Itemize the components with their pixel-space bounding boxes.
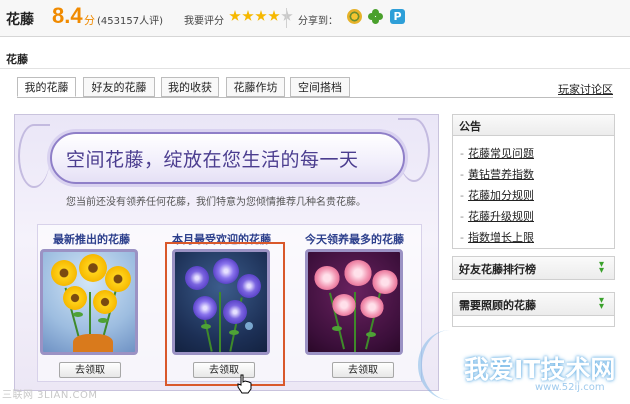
watermark-right: 我爱IT技术网 — [464, 355, 616, 384]
pink-flower — [372, 270, 398, 294]
notice-title: 公告 — [459, 120, 481, 133]
star-icon[interactable] — [281, 10, 293, 21]
clover-share-icon[interactable] — [368, 9, 383, 24]
pink-flower — [314, 266, 340, 290]
notice-item-label[interactable]: 花藤升级规则 — [468, 210, 534, 223]
score-unit: 分 — [84, 14, 95, 27]
pink-flower — [344, 260, 372, 286]
friends-ranking-title: 好友花藤排行榜 — [459, 263, 536, 276]
star-icon[interactable] — [255, 10, 267, 21]
double-chevron-down-icon[interactable]: ▾ ▾ — [599, 296, 611, 312]
section-divider — [0, 68, 630, 69]
app-title: 花藤 — [6, 12, 34, 28]
yellow-flower — [79, 254, 107, 282]
review-count: (453157人评) — [97, 16, 163, 27]
needs-care-body — [452, 315, 615, 327]
score-value: 8.4 — [52, 3, 83, 28]
notice-item[interactable]: - 黄钻营养指数 — [460, 166, 534, 182]
section-title: 花藤 — [6, 53, 28, 66]
notice-item-label[interactable]: 指数增长上限 — [468, 231, 534, 244]
yellow-flower — [51, 260, 77, 286]
notice-item-label[interactable]: 花藤加分规则 — [468, 189, 534, 202]
banner-subline: 您当前还没有领养任何花藤，我们特意为您倾情推荐几种名贵花藤。 — [66, 197, 366, 208]
forum-link[interactable]: 玩家讨论区 — [558, 81, 613, 97]
notice-item[interactable]: - 花藤升级规则 — [460, 208, 534, 224]
yellow-flower — [63, 286, 87, 310]
tab-workshop[interactable]: 花藤作坊 — [226, 77, 285, 97]
pink-flower — [332, 294, 356, 316]
leaf — [366, 332, 376, 337]
tab-underline — [17, 97, 613, 98]
notice-item-label[interactable]: 花藤常见问题 — [468, 147, 534, 160]
selection-highlight — [165, 242, 285, 386]
yellow-flower — [93, 290, 117, 314]
rating-stars[interactable] — [229, 10, 294, 24]
star-icon[interactable] — [268, 10, 280, 21]
tab-friends-vines[interactable]: 好友的花藤 — [83, 77, 155, 97]
star-icon[interactable] — [229, 10, 241, 21]
pink-flower — [360, 296, 384, 318]
notice-item[interactable]: - 指数增长上限 — [460, 229, 534, 245]
notice-item[interactable]: - 花藤加分规则 — [460, 187, 534, 203]
leaf — [332, 326, 342, 331]
double-chevron-down-icon[interactable]: ▾ ▾ — [599, 260, 611, 276]
rate-label: 我要评分 — [184, 16, 224, 27]
banner-headline: 空间花藤，绽放在您生活的每一天 — [66, 149, 359, 171]
tab-my-harvest[interactable]: 我的收获 — [161, 77, 219, 97]
notice-item[interactable]: - 花藤常见问题 — [460, 145, 534, 161]
claim-button-most-adopted[interactable]: 去领取 — [332, 362, 394, 378]
leaf — [98, 318, 108, 323]
tab-space-partner[interactable]: 空间搭档 — [290, 77, 350, 97]
claim-button-newest[interactable]: 去领取 — [59, 362, 121, 378]
pengyou-share-icon[interactable]: P — [390, 9, 405, 24]
sunflower-vine-image[interactable] — [40, 249, 138, 355]
notice-item-label[interactable]: 黄钻营养指数 — [468, 168, 534, 181]
card-title-newest: 最新推出的花藤 — [53, 233, 130, 246]
clover-leaf — [372, 17, 379, 24]
header-divider — [286, 8, 287, 28]
star-icon[interactable] — [242, 10, 254, 21]
tab-my-vines[interactable]: 我的花藤 — [17, 77, 76, 97]
carnation-vine-image[interactable] — [305, 249, 403, 355]
flower-pot — [73, 334, 113, 352]
card-title-most-adopted: 今天领养最多的花藤 — [305, 233, 404, 246]
watermark-right-sub: www.52ij.com — [535, 382, 605, 393]
needs-care-title: 需要照顾的花藤 — [459, 299, 536, 312]
yellow-flower — [105, 266, 131, 292]
leaf — [73, 312, 83, 317]
watermark-left: 三联网 3LIAN.COM — [2, 390, 98, 401]
hand-cursor-icon — [237, 374, 252, 394]
share-label: 分享到： — [298, 16, 338, 27]
swirl-decoration — [18, 124, 50, 188]
qzone-share-icon[interactable] — [347, 9, 362, 24]
